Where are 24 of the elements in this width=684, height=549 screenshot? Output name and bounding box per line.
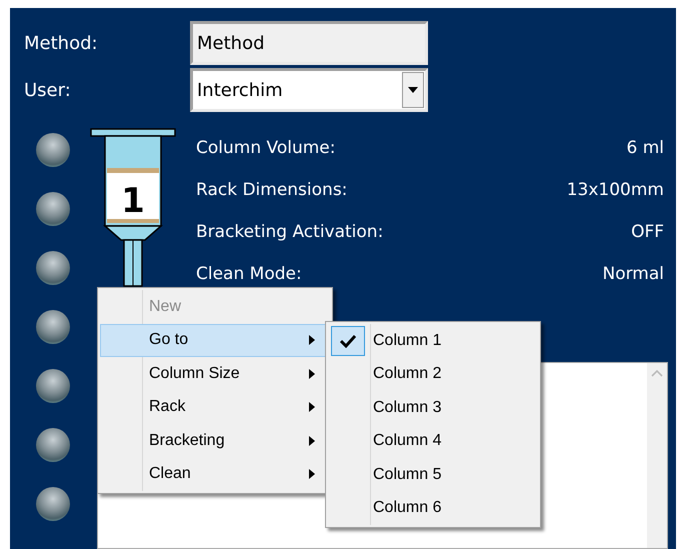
info-label: Column Volume: [196, 137, 336, 160]
info-label: Bracketing Activation: [196, 221, 384, 244]
dropdown-value: Interchim [197, 78, 283, 102]
field-label: Method: [24, 32, 99, 56]
info-value: 13x100mm [566, 179, 664, 202]
menu-item[interactable]: Column 4 [373, 429, 442, 454]
info-value: Normal [602, 263, 664, 286]
column-number: 1 [121, 181, 145, 221]
menu-item[interactable]: Column 2 [373, 362, 442, 386]
info-label: Clean Mode: [196, 263, 302, 286]
scroll-up-icon[interactable] [651, 369, 663, 377]
menu-item[interactable]: Column 1 [373, 328, 442, 353]
field-label: User: [24, 78, 72, 102]
info-value: 6 ml [626, 137, 664, 160]
dropdown-button[interactable] [402, 72, 424, 108]
menu-item[interactable]: Column 6 [373, 496, 442, 520]
text-field[interactable]: Method [190, 21, 428, 65]
info-value: OFF [631, 221, 664, 244]
scrollbar[interactable] [647, 363, 667, 548]
menu-item[interactable]: Column 5 [373, 462, 442, 487]
info-label: Rack Dimensions: [196, 179, 348, 202]
dropdown[interactable]: Interchim [190, 68, 428, 112]
caret-icon [408, 87, 418, 93]
menu-item[interactable]: Column 3 [373, 396, 442, 420]
